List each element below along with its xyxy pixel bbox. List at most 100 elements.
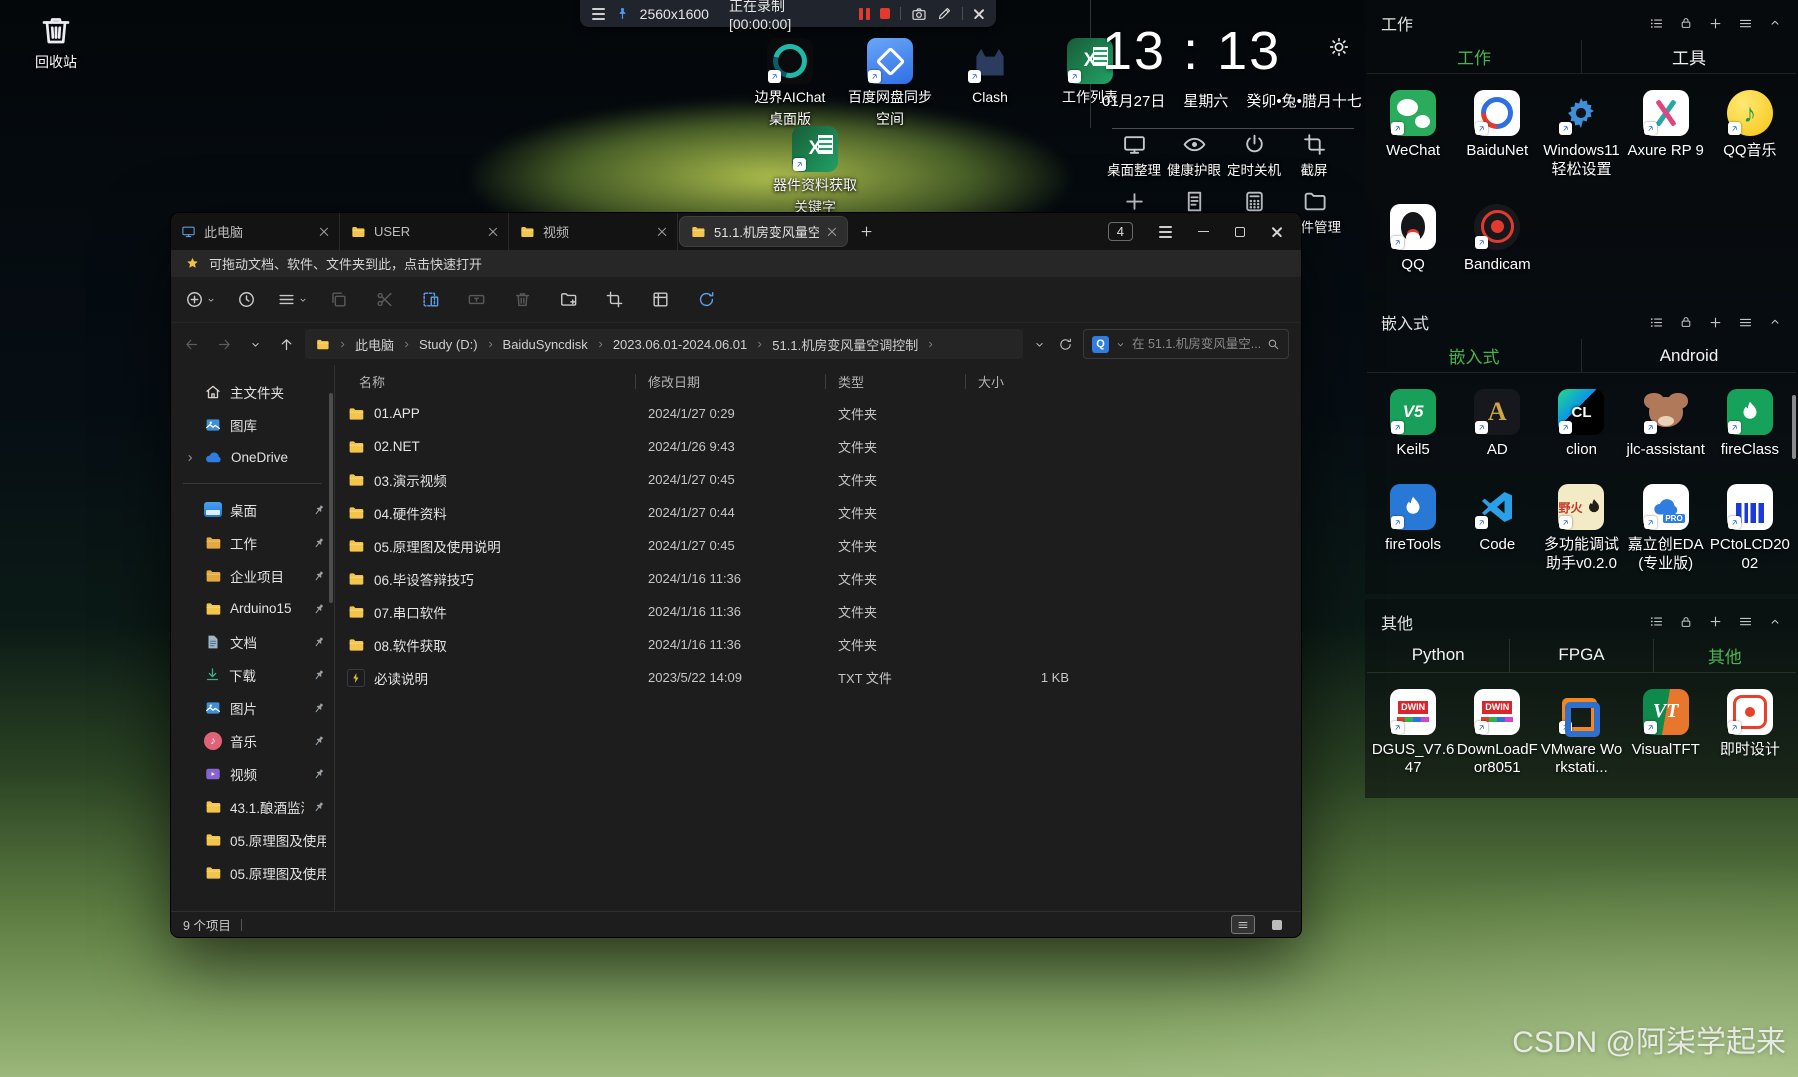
explorer-tab-此电脑[interactable]: 此电脑 <box>171 213 340 250</box>
panel-dotlist-icon[interactable] <box>1649 315 1664 330</box>
breadcrumb-item[interactable]: 2023.06.01-2024.06.01 <box>613 337 747 352</box>
app-bandicam[interactable]: Bandicam <box>1455 203 1539 275</box>
address-refresh-icon[interactable] <box>1058 337 1073 352</box>
back-button[interactable] <box>183 336 200 353</box>
sidebar-item-05.原理图及使用[interactable]: 05.原理图及使用 <box>171 856 334 889</box>
sidebar-item-Arduino15[interactable]: Arduino15 <box>171 592 334 625</box>
file-row-必读说明[interactable]: 必读说明 2023/5/22 14:09 TXT 文件 1 KB <box>335 661 1301 694</box>
panel-lock-icon[interactable] <box>1679 16 1693 30</box>
paste-button[interactable] <box>407 282 453 318</box>
desktop-icon-device-data-keyword-excel[interactable]: X 器件资料获取 关键字 <box>748 126 882 216</box>
details-view-button[interactable] <box>1231 915 1255 934</box>
view-button[interactable] <box>637 282 683 318</box>
maximize-button[interactable] <box>1235 226 1245 237</box>
panel-tab-嵌入式[interactable]: 嵌入式 <box>1367 339 1581 372</box>
history-button[interactable] <box>223 282 269 318</box>
app-vmware-workstation[interactable]: VMware Workstati... <box>1539 689 1623 779</box>
sidebar-item-43.1.酿酒监测[interactable]: 43.1.酿酒监测 <box>171 790 334 823</box>
sidebar-item-图片[interactable]: 图片 <box>171 691 334 724</box>
file-row-07.串口软件[interactable]: 07.串口软件 2024/1/16 11:36 文件夹 <box>335 595 1301 628</box>
expander-chevron-icon[interactable] <box>183 452 196 464</box>
panel-lock-icon[interactable] <box>1679 315 1693 329</box>
stop-recording-button[interactable] <box>880 8 891 19</box>
app-debug-helper[interactable]: 野火 多功能调试助手v0.2.0 <box>1539 484 1623 574</box>
breadcrumb-item[interactable]: 此电脑 <box>355 335 394 354</box>
refresh-button[interactable] <box>683 282 729 318</box>
app-visualtft[interactable]: VT VisualTFT <box>1624 688 1708 779</box>
sidebar-item-文档[interactable]: 文档 <box>171 625 334 658</box>
file-row-06.毕设答辩技巧[interactable]: 06.毕设答辩技巧 2024/1/16 11:36 文件夹 <box>335 562 1301 595</box>
panel-lines-icon[interactable] <box>1738 315 1753 330</box>
column-header-名称[interactable]: 名称 <box>335 372 635 391</box>
widget-截屏[interactable]: 截屏 <box>1284 132 1344 179</box>
panel-tab-FPGA[interactable]: FPGA <box>1509 638 1652 672</box>
up-button[interactable] <box>278 336 295 353</box>
app-altium-designer[interactable]: A AD <box>1455 389 1539 460</box>
app-fireclass[interactable]: fireClass <box>1708 389 1792 460</box>
panel-lines-icon[interactable] <box>1738 16 1753 31</box>
breadcrumb-item[interactable]: Study (D:) <box>419 337 478 352</box>
new-folder-button[interactable] <box>545 282 591 318</box>
app-jlc-eda-pro[interactable]: PRO 嘉立创EDA(专业版) <box>1624 484 1708 574</box>
app-vscode[interactable]: Code <box>1455 484 1539 574</box>
file-row-01.APP[interactable]: 01.APP 2024/1/27 0:29 文件夹 <box>335 397 1301 430</box>
sidebar-item-图库[interactable]: 图库 <box>171 408 334 441</box>
panel-chev-up-icon[interactable] <box>1768 16 1782 30</box>
file-row-02.NET[interactable]: 02.NET 2024/1/26 9:43 文件夹 <box>335 430 1301 463</box>
window-menu-icon[interactable] <box>1159 225 1172 238</box>
sidebar-item-音乐[interactable]: 音乐 <box>171 724 334 757</box>
draw-icon[interactable] <box>937 6 952 21</box>
tab-close-icon[interactable] <box>657 227 667 237</box>
app-axure-rp9[interactable]: Axure RP 9 <box>1624 90 1708 180</box>
sidebar-item-企业项目[interactable]: 企业项目 <box>171 559 334 592</box>
app-jlc-assistant[interactable]: jlc-assistant <box>1624 389 1708 460</box>
file-row-04.硬件资料[interactable]: 04.硬件资料 2024/1/27 0:44 文件夹 <box>335 496 1301 529</box>
tab-close-icon[interactable] <box>827 227 837 237</box>
pause-recording-button[interactable] <box>859 7 871 20</box>
sidebar-scrollbar[interactable] <box>329 393 333 603</box>
desktop-icon-clash[interactable]: Clash <box>946 38 1034 128</box>
recycle-bin[interactable]: 回收站 <box>20 12 92 71</box>
tab-close-icon[interactable] <box>319 227 329 237</box>
recorder-menu-icon[interactable] <box>592 7 605 20</box>
widget-定时关机[interactable]: 定时关机 <box>1224 132 1284 179</box>
widget-桌面整理[interactable]: 桌面整理 <box>1104 132 1164 179</box>
icons-view-button[interactable] <box>1265 915 1289 934</box>
file-row-05.原理图及使用说明[interactable]: 05.原理图及使用说明 2024/1/27 0:45 文件夹 <box>335 529 1301 562</box>
app-qq-music[interactable]: ♪ QQ音乐 <box>1708 90 1792 180</box>
widget-健康护眼[interactable]: 健康护眼 <box>1164 132 1224 179</box>
app-qq[interactable]: QQ <box>1371 203 1455 275</box>
sidebar-item-主文件夹[interactable]: 主文件夹 <box>171 375 334 408</box>
close-button[interactable] <box>1271 226 1283 238</box>
screenshot-icon[interactable] <box>911 6 927 22</box>
app-firetools[interactable]: fireTools <box>1371 484 1455 574</box>
panel-tab-工作[interactable]: 工作 <box>1367 40 1581 73</box>
search-chevron-icon[interactable] <box>1115 339 1126 350</box>
history-chevron-icon[interactable] <box>249 338 262 351</box>
panel-plus-icon[interactable] <box>1708 16 1723 31</box>
column-header-修改日期[interactable]: 修改日期 <box>636 372 825 391</box>
recorder-pin-icon[interactable] <box>615 6 630 21</box>
sidebar-item-工作[interactable]: 工作 <box>171 526 334 559</box>
panel-tab-其他[interactable]: 其他 <box>1652 638 1796 672</box>
panel-dotlist-icon[interactable] <box>1649 614 1664 629</box>
minimize-button[interactable] <box>1198 230 1209 233</box>
panel-tab-Python[interactable]: Python <box>1367 639 1509 672</box>
quick-drop-bar[interactable]: 可拖动文档、软件、文件夹到此，点击快速打开 <box>171 250 1301 277</box>
app-download-for-8051[interactable]: DWIN DownLoadFor8051 <box>1455 688 1539 779</box>
panel-chev-up-icon[interactable] <box>1768 315 1782 329</box>
tab-close-icon[interactable] <box>488 227 498 237</box>
panel-tab-工具[interactable]: 工具 <box>1581 40 1796 73</box>
panel-plus-icon[interactable] <box>1708 614 1723 629</box>
app-clion[interactable]: CL clion <box>1539 389 1623 460</box>
explorer-tab-视频[interactable]: 视频 <box>509 213 678 250</box>
desktop-icon-baidu-sync-space[interactable]: 百度网盘同步 空间 <box>846 38 934 128</box>
app-jishi-design[interactable]: 即时设计 <box>1708 688 1792 779</box>
forward-button[interactable] <box>216 336 233 353</box>
search-icon[interactable] <box>1266 337 1280 351</box>
panel-dotlist-icon[interactable] <box>1649 16 1664 31</box>
explorer-tab-51.1.机房变风量空[interactable]: 51.1.机房变风量空 <box>679 216 848 247</box>
search-engine-badge[interactable]: Q <box>1092 335 1109 353</box>
panel-lines-icon[interactable] <box>1738 614 1753 629</box>
breadcrumb[interactable]: 此电脑 Study (D:) BaiduSyncdisk 2023.06.01-202… <box>305 329 1023 359</box>
